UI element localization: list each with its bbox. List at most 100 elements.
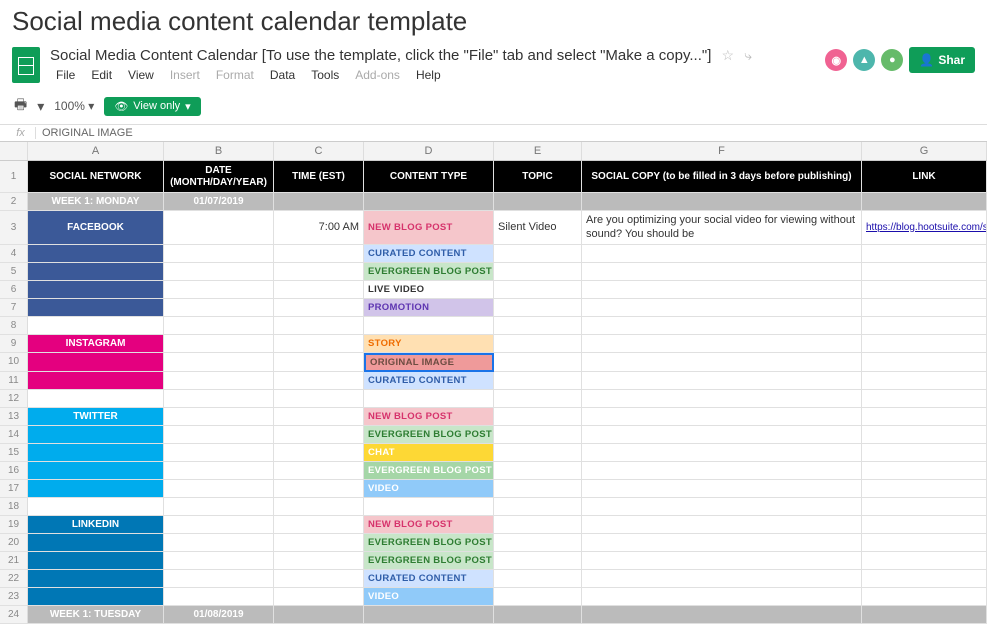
link-cell[interactable] xyxy=(862,335,987,353)
network-cell[interactable] xyxy=(28,299,164,317)
day-label[interactable]: WEEK 1: MONDAY xyxy=(28,193,164,211)
menu-view[interactable]: View xyxy=(122,66,160,84)
time-cell[interactable] xyxy=(274,516,364,534)
blank-cell[interactable] xyxy=(862,390,987,408)
blank-cell[interactable] xyxy=(28,390,164,408)
menu-add-ons[interactable]: Add-ons xyxy=(349,66,406,84)
date-cell[interactable] xyxy=(164,299,274,317)
menu-data[interactable]: Data xyxy=(264,66,301,84)
day-empty[interactable] xyxy=(862,606,987,624)
blank-cell[interactable] xyxy=(494,498,582,516)
network-cell[interactable] xyxy=(28,588,164,606)
menu-file[interactable]: File xyxy=(50,66,81,84)
link-cell[interactable] xyxy=(862,281,987,299)
time-cell[interactable] xyxy=(274,372,364,390)
blank-cell[interactable] xyxy=(582,317,862,335)
blank-cell[interactable] xyxy=(28,498,164,516)
blank-cell[interactable] xyxy=(862,317,987,335)
rownum-19[interactable]: 19 xyxy=(0,516,28,534)
copy-cell[interactable] xyxy=(582,299,862,317)
date-cell[interactable] xyxy=(164,534,274,552)
rownum-5[interactable]: 5 xyxy=(0,263,28,281)
date-cell[interactable] xyxy=(164,462,274,480)
date-cell[interactable] xyxy=(164,444,274,462)
copy-cell[interactable] xyxy=(582,372,862,390)
link-cell[interactable] xyxy=(862,480,987,498)
network-cell[interactable]: LINKEDIN xyxy=(28,516,164,534)
date-cell[interactable] xyxy=(164,281,274,299)
share-button[interactable]: 👤 Shar xyxy=(909,47,975,73)
folder-icon[interactable]: ⤷ xyxy=(744,47,752,63)
network-cell[interactable]: FACEBOOK xyxy=(28,211,164,245)
content-type-cell[interactable]: NEW BLOG POST xyxy=(364,516,494,534)
time-cell[interactable]: 7:00 AM xyxy=(274,211,364,245)
date-cell[interactable] xyxy=(164,263,274,281)
time-cell[interactable] xyxy=(274,552,364,570)
rownum-7[interactable]: 7 xyxy=(0,299,28,317)
rownum-9[interactable]: 9 xyxy=(0,335,28,353)
col-header-G[interactable]: G xyxy=(862,142,987,160)
day-empty[interactable] xyxy=(274,606,364,624)
rownum-21[interactable]: 21 xyxy=(0,552,28,570)
content-type-cell[interactable]: EVERGREEN BLOG POST xyxy=(364,552,494,570)
header-A[interactable]: SOCIAL NETWORK xyxy=(28,161,164,193)
blank-cell[interactable] xyxy=(274,317,364,335)
link[interactable]: https://blog.hootsuite.com/silent xyxy=(866,222,987,233)
content-type-cell[interactable]: EVERGREEN BLOG POST xyxy=(364,534,494,552)
avatar-2[interactable]: ▲ xyxy=(853,49,875,71)
topic-cell[interactable] xyxy=(494,426,582,444)
network-cell[interactable] xyxy=(28,281,164,299)
topic-cell[interactable] xyxy=(494,353,582,372)
rownum-23[interactable]: 23 xyxy=(0,588,28,606)
blank-cell[interactable] xyxy=(164,390,274,408)
avatar-3[interactable]: ● xyxy=(881,49,903,71)
topic-cell[interactable] xyxy=(494,245,582,263)
network-cell[interactable] xyxy=(28,444,164,462)
network-cell[interactable] xyxy=(28,263,164,281)
content-type-cell[interactable]: CURATED CONTENT xyxy=(364,372,494,390)
zoom-level[interactable]: 100% ▾ xyxy=(54,99,94,113)
header-E[interactable]: TOPIC xyxy=(494,161,582,193)
link-cell[interactable] xyxy=(862,444,987,462)
date-cell[interactable] xyxy=(164,335,274,353)
menu-format[interactable]: Format xyxy=(210,66,260,84)
rownum-24[interactable]: 24 xyxy=(0,606,28,624)
topic-cell[interactable]: Silent Video xyxy=(494,211,582,245)
col-header-C[interactable]: C xyxy=(274,142,364,160)
date-cell[interactable] xyxy=(164,408,274,426)
link-cell[interactable] xyxy=(862,552,987,570)
col-header-E[interactable]: E xyxy=(494,142,582,160)
copy-cell[interactable] xyxy=(582,335,862,353)
time-cell[interactable] xyxy=(274,462,364,480)
col-header-rownum[interactable] xyxy=(0,142,28,160)
time-cell[interactable] xyxy=(274,263,364,281)
col-header-B[interactable]: B xyxy=(164,142,274,160)
col-header-A[interactable]: A xyxy=(28,142,164,160)
day-empty[interactable] xyxy=(862,193,987,211)
network-cell[interactable] xyxy=(28,372,164,390)
content-type-cell[interactable]: EVERGREEN BLOG POST xyxy=(364,462,494,480)
topic-cell[interactable] xyxy=(494,570,582,588)
time-cell[interactable] xyxy=(274,408,364,426)
topic-cell[interactable] xyxy=(494,444,582,462)
link-cell[interactable] xyxy=(862,462,987,480)
time-cell[interactable] xyxy=(274,299,364,317)
spreadsheet-grid[interactable]: 1SOCIAL NETWORKDATE (MONTH/DAY/YEAR)TIME… xyxy=(0,161,987,624)
link-cell[interactable] xyxy=(862,534,987,552)
copy-cell[interactable] xyxy=(582,444,862,462)
topic-cell[interactable] xyxy=(494,534,582,552)
network-cell[interactable] xyxy=(28,426,164,444)
header-D[interactable]: CONTENT TYPE xyxy=(364,161,494,193)
link-cell[interactable]: https://blog.hootsuite.com/silent xyxy=(862,211,987,245)
link-cell[interactable] xyxy=(862,516,987,534)
link-cell[interactable] xyxy=(862,299,987,317)
copy-cell[interactable] xyxy=(582,516,862,534)
blank-cell[interactable] xyxy=(364,390,494,408)
rownum-3[interactable]: 3 xyxy=(0,211,28,245)
day-label[interactable]: WEEK 1: TUESDAY xyxy=(28,606,164,624)
blank-cell[interactable] xyxy=(164,498,274,516)
time-cell[interactable] xyxy=(274,245,364,263)
header-B[interactable]: DATE (MONTH/DAY/YEAR) xyxy=(164,161,274,193)
topic-cell[interactable] xyxy=(494,372,582,390)
day-empty[interactable] xyxy=(364,193,494,211)
